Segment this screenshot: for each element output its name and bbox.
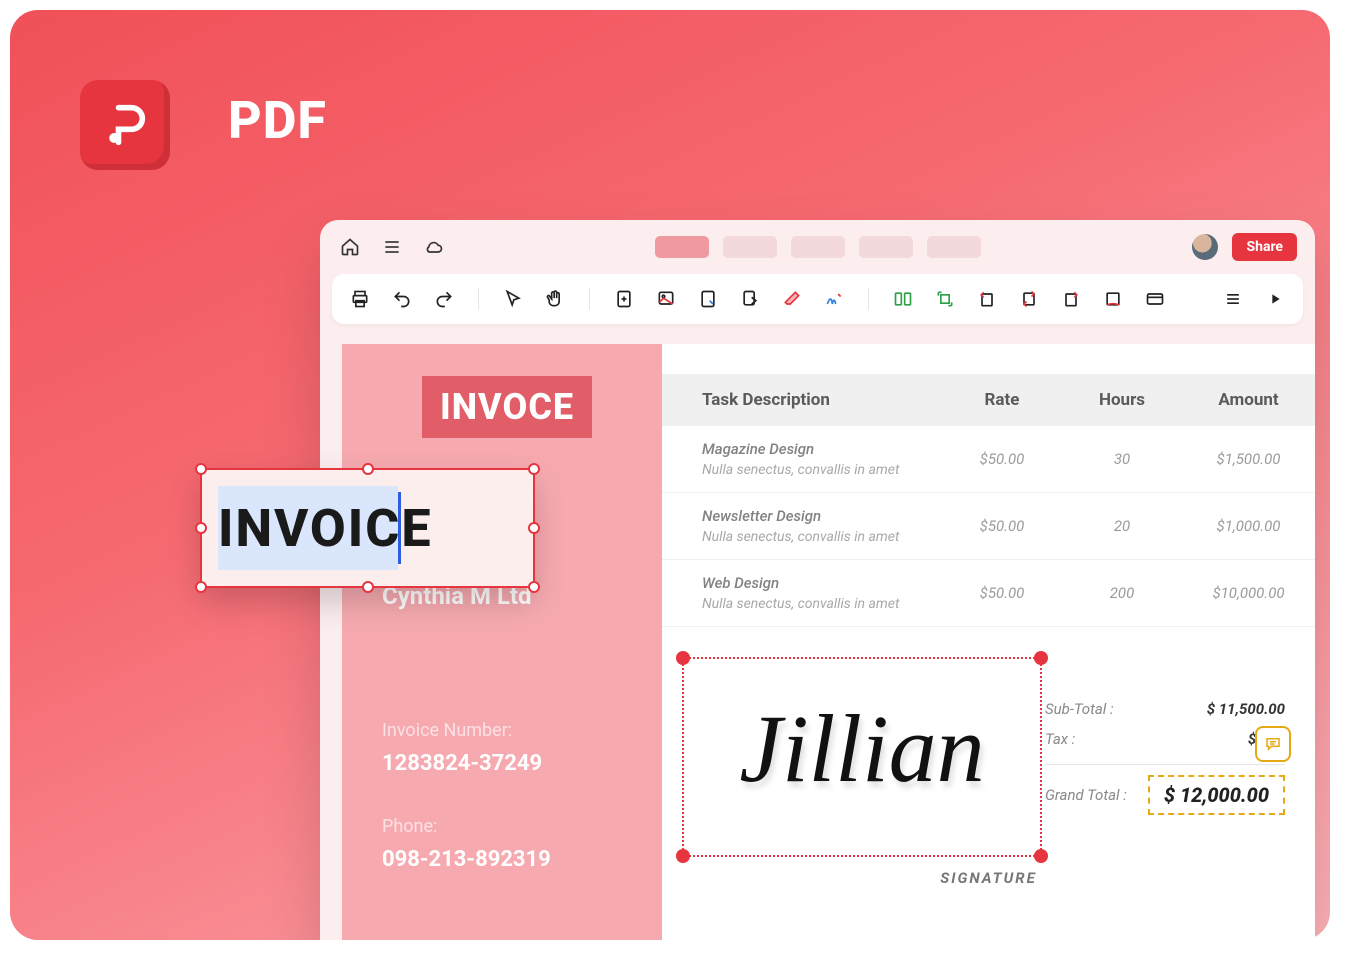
handle-icon[interactable] [528,581,540,593]
extract-icon[interactable] [738,287,762,311]
row-amount: $1,000.00 [1182,517,1315,535]
editing-text: INVOICE [218,498,433,559]
text-edit-box[interactable]: INVOICE [200,468,535,588]
crop-icon[interactable] [933,287,957,311]
comment-icon[interactable] [1255,726,1291,762]
tax-label: Tax : [1045,730,1075,748]
handle-icon[interactable] [676,849,690,863]
handle-icon[interactable] [528,463,540,475]
invoice-number: 1283824-37249 [382,751,622,776]
redo-icon[interactable] [432,287,456,311]
toolbar-separator [589,288,590,310]
sign-icon[interactable] [822,287,846,311]
table-row: Newsletter Design Nulla senectus, conval… [662,493,1315,560]
row-rate: $50.00 [942,450,1062,468]
invoice-heading-block[interactable]: INVOCE [422,376,592,438]
th-desc: Task Description [662,390,942,410]
tab-2[interactable] [723,236,777,258]
invoice-right-panel: Task Description Rate Hours Amount Magaz… [662,344,1315,940]
th-hours: Hours [1062,390,1182,410]
handle-icon[interactable] [195,581,207,593]
table-row: Web Design Nulla senectus, convallis in … [662,560,1315,627]
row-sub: Nulla senectus, convallis in amet [702,596,942,612]
divider [1045,764,1285,765]
signature-label: SIGNATURE [682,869,1295,887]
handle-icon[interactable] [362,581,374,593]
app-logo [80,80,170,170]
th-rate: Rate [942,390,1062,410]
add-page-icon[interactable] [612,287,636,311]
invoice-table: Task Description Rate Hours Amount Magaz… [662,374,1315,627]
select-icon[interactable] [501,287,525,311]
totals-panel: Sub-Total : $ 11,500.00 Tax : $ 500 Gran… [1045,694,1285,815]
menu-icon[interactable] [380,235,404,259]
row-amount: $1,500.00 [1182,450,1315,468]
document-area: INVOCE Cynthia M Ltd Invoice Number: 128… [342,344,1315,940]
handle-icon[interactable] [1034,849,1048,863]
titlebar: Share [320,220,1315,274]
row-amount: $10,000.00 [1182,584,1315,602]
signature-selection-box[interactable]: Jillian [682,657,1042,857]
home-icon[interactable] [338,235,362,259]
invoice-left-panel: INVOCE Cynthia M Ltd Invoice Number: 128… [342,344,662,940]
row-title: Web Design [702,574,942,592]
handle-icon[interactable] [195,463,207,475]
row-hours: 200 [1062,584,1182,602]
handle-icon[interactable] [362,463,374,475]
add-image-icon[interactable] [654,287,678,311]
share-button[interactable]: Share [1232,233,1297,261]
subtotal-label: Sub-Total : [1045,700,1114,718]
titlebar-tabs [655,236,981,258]
eraser-icon[interactable] [780,287,804,311]
handle-icon[interactable] [1034,651,1048,665]
row-rate: $50.00 [942,584,1062,602]
rotate-180-icon[interactable] [1017,287,1041,311]
invoice-number-label: Invoice Number: [382,720,622,741]
toolbar-separator [868,288,869,310]
toolbar [332,274,1303,324]
compare-icon[interactable] [891,287,915,311]
th-amount: Amount [1182,390,1315,410]
rotate-right-icon[interactable] [1059,287,1083,311]
row-hours: 30 [1062,450,1182,468]
handle-icon[interactable] [676,651,690,665]
subtotal-value: $ 11,500.00 [1207,700,1285,718]
phone-label: Phone: [382,816,622,837]
card-icon[interactable] [1143,287,1167,311]
row-hours: 20 [1062,517,1182,535]
handle-icon[interactable] [528,522,540,534]
row-sub: Nulla senectus, convallis in amet [702,462,942,478]
undo-icon[interactable] [390,287,414,311]
grand-label: Grand Total : [1045,786,1127,804]
avatar[interactable] [1192,234,1218,260]
hand-icon[interactable] [543,287,567,311]
print-icon[interactable] [348,287,372,311]
tab-5[interactable] [927,236,981,258]
table-header: Task Description Rate Hours Amount [662,374,1315,426]
phone-value: 098-213-892319 [382,847,622,872]
tab-3[interactable] [791,236,845,258]
rotate-left-icon[interactable] [975,287,999,311]
grand-total-value[interactable]: $ 12,000.00 [1148,775,1285,815]
handle-icon[interactable] [195,522,207,534]
toolbar-separator [478,288,479,310]
app-hero-canvas: PDF Share [10,10,1330,940]
row-title: Magazine Design [702,440,942,458]
row-rate: $50.00 [942,517,1062,535]
signature-text: Jillian [684,659,1040,839]
cloud-icon[interactable] [422,235,446,259]
flip-icon[interactable] [1101,287,1125,311]
app-title: PDF [228,90,327,151]
row-title: Newsletter Design [702,507,942,525]
tab-1[interactable] [655,236,709,258]
row-sub: Nulla senectus, convallis in amet [702,529,942,545]
edit-page-icon[interactable] [696,287,720,311]
more-icon[interactable] [1221,287,1245,311]
play-icon[interactable] [1263,287,1287,311]
invoice-heading-text: INVOCE [440,386,574,428]
table-row: Magazine Design Nulla senectus, convalli… [662,426,1315,493]
tab-4[interactable] [859,236,913,258]
